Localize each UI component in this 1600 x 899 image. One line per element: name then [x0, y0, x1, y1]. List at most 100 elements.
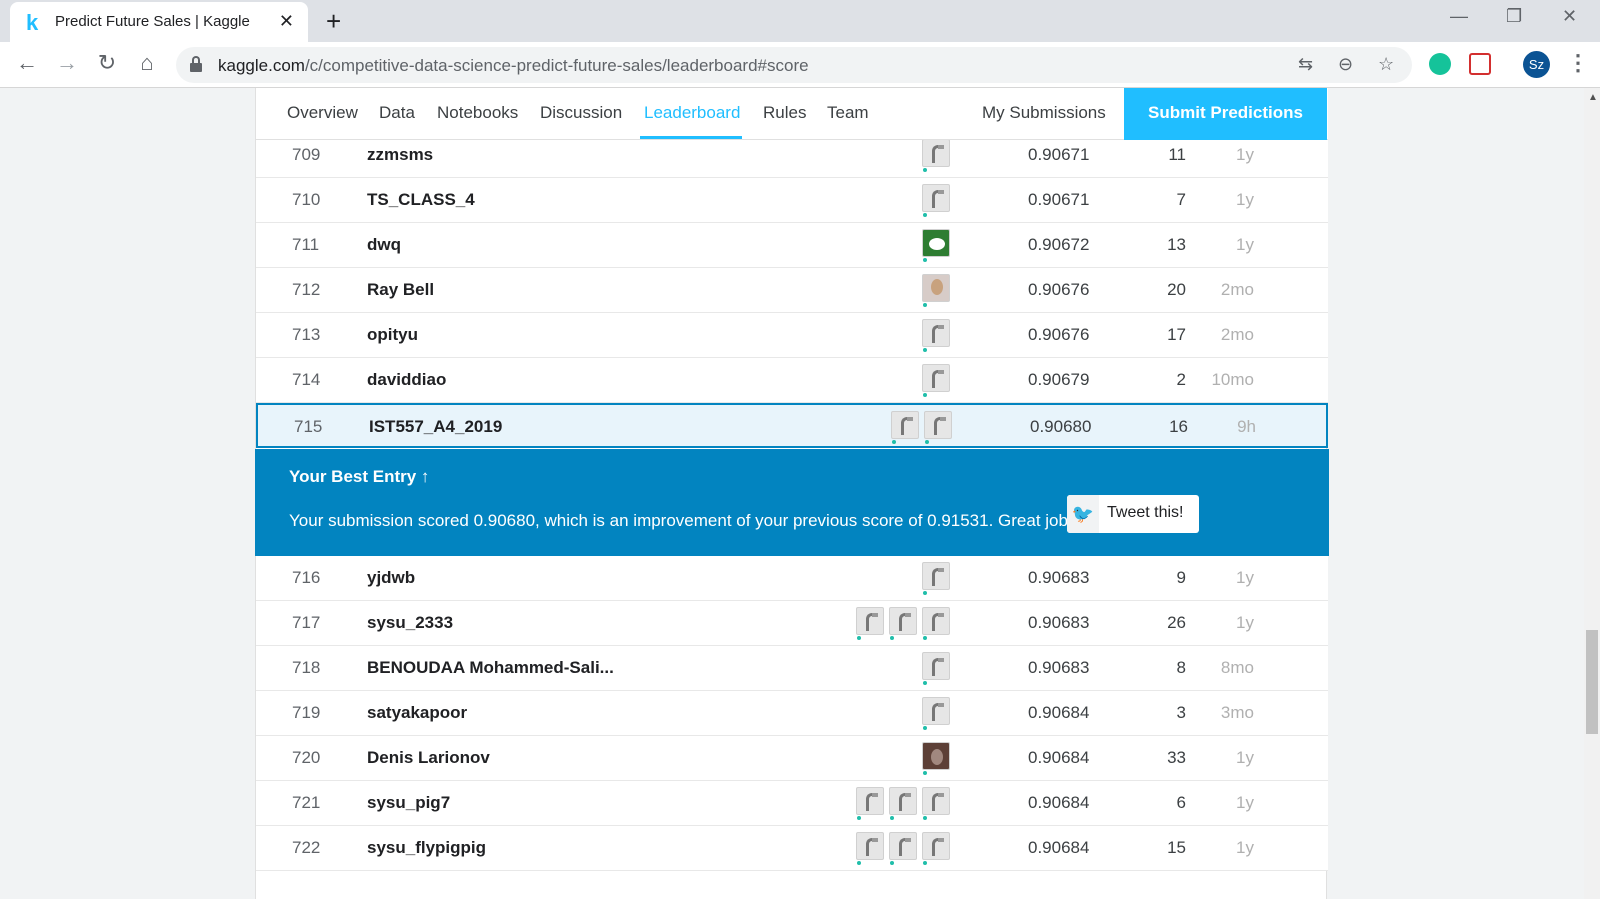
- entries-count: 33: [1167, 748, 1186, 767]
- goose-avatar-icon[interactable]: [922, 562, 950, 590]
- goose-avatar-icon[interactable]: [922, 652, 950, 680]
- pocket-extension-icon[interactable]: [1469, 53, 1491, 75]
- address-bar[interactable]: kaggle.com/c/competitive-data-science-pr…: [176, 47, 1412, 83]
- tab-data[interactable]: Data: [379, 103, 415, 123]
- goose-avatar-icon[interactable]: [924, 411, 952, 439]
- goose-avatar-icon[interactable]: [856, 832, 884, 860]
- restore-icon[interactable]: ❐: [1506, 6, 1522, 27]
- user-avatar[interactable]: [922, 229, 950, 257]
- table-row[interactable]: 721 sysu_pig7 0.90684 6 1y: [256, 781, 1328, 826]
- scroll-thumb[interactable]: [1586, 630, 1598, 734]
- bookmark-star-icon[interactable]: ☆: [1378, 54, 1394, 75]
- tab-discussion[interactable]: Discussion: [540, 103, 622, 123]
- forward-icon[interactable]: →: [53, 50, 81, 76]
- tab-team[interactable]: Team: [827, 103, 869, 123]
- goose-avatar-icon[interactable]: [889, 787, 917, 815]
- table-row[interactable]: 720 Denis Larionov 0.90684 33 1y: [256, 736, 1328, 781]
- goose-avatar-icon[interactable]: [922, 607, 950, 635]
- team-name[interactable]: sysu_pig7: [367, 793, 450, 813]
- team-name[interactable]: satyakapoor: [367, 703, 467, 723]
- team-name[interactable]: sysu_2333: [367, 613, 453, 633]
- goose-avatar-icon[interactable]: [889, 832, 917, 860]
- tab-my-submissions[interactable]: My Submissions: [982, 103, 1106, 123]
- goose-avatar-icon[interactable]: [889, 607, 917, 635]
- last-submission: 1y: [1236, 145, 1254, 164]
- table-row[interactable]: 713 opityu 0.90676 17 2mo: [256, 313, 1328, 358]
- zoom-icon[interactable]: ⊖: [1338, 54, 1353, 75]
- team-name[interactable]: opityu: [367, 325, 418, 345]
- tab-overview[interactable]: Overview: [287, 103, 358, 123]
- submit-predictions-button[interactable]: Submit Predictions: [1124, 88, 1327, 140]
- table-row[interactable]: 714 daviddiao 0.90679 2 10mo: [256, 358, 1328, 403]
- page-scrollbar[interactable]: ▲: [1584, 88, 1600, 899]
- url-text[interactable]: kaggle.com/c/competitive-data-science-pr…: [218, 56, 809, 76]
- scroll-up-arrow-icon[interactable]: ▲: [1588, 92, 1598, 103]
- lock-icon[interactable]: [190, 56, 202, 72]
- tweet-button[interactable]: 🐦 Tweet this!: [1067, 495, 1199, 533]
- tab-rules[interactable]: Rules: [763, 103, 806, 123]
- table-row[interactable]: 722 sysu_flypigpig 0.90684 15 1y: [256, 826, 1328, 871]
- new-tab-icon[interactable]: +: [326, 6, 341, 37]
- active-tab-indicator: [640, 136, 742, 139]
- twitter-bird-icon: 🐦: [1067, 495, 1099, 533]
- table-row[interactable]: 718 BENOUDAA Mohammed-Sali... 0.90683 8 8mo: [256, 646, 1328, 691]
- entries-count: 8: [1176, 658, 1186, 677]
- entries-count: 3: [1176, 703, 1186, 722]
- reload-icon[interactable]: ↻: [93, 50, 121, 76]
- entries-count: 7: [1176, 190, 1186, 209]
- team-name[interactable]: TS_CLASS_4: [367, 190, 475, 210]
- tab-close-icon[interactable]: ✕: [279, 11, 294, 32]
- browser-tab-strip: k Predict Future Sales | Kaggle ✕ + — ❐ …: [0, 0, 1600, 42]
- table-row[interactable]: 710 TS_CLASS_4 0.90671 7 1y: [256, 178, 1328, 223]
- goose-avatar-icon[interactable]: [891, 411, 919, 439]
- rank-cell: 722: [292, 838, 321, 857]
- tab-notebooks[interactable]: Notebooks: [437, 103, 518, 123]
- tier-dot: [923, 771, 927, 775]
- score-cell: 0.90684: [1028, 838, 1090, 857]
- best-entry-banner: Your Best Entry ↑ Your submission scored …: [255, 449, 1329, 556]
- goose-avatar-icon[interactable]: [922, 787, 950, 815]
- my-team-row[interactable]: 715 IST557_A4_2019 0.90680 16 9h: [256, 403, 1328, 448]
- last-submission: 1y: [1236, 190, 1254, 209]
- user-avatar[interactable]: [922, 274, 950, 302]
- table-row[interactable]: 711 dwq 0.90672 13 1y: [256, 223, 1328, 268]
- back-icon[interactable]: ←: [13, 50, 41, 76]
- team-name[interactable]: dwq: [367, 235, 401, 255]
- team-name[interactable]: BENOUDAA Mohammed-Sali...: [367, 658, 614, 678]
- table-row[interactable]: 717 sysu_2333 0.90683 26 1y: [256, 601, 1328, 646]
- table-row[interactable]: 719 satyakapoor 0.90684 3 3mo: [256, 691, 1328, 736]
- rank-cell: 720: [292, 748, 321, 767]
- team-name[interactable]: yjdwb: [367, 568, 415, 588]
- rank-cell: 716: [292, 568, 321, 587]
- team-name[interactable]: Ray Bell: [367, 280, 434, 300]
- home-icon[interactable]: ⌂: [133, 50, 161, 76]
- team-name[interactable]: IST557_A4_2019: [369, 417, 502, 437]
- tier-dot: [923, 861, 927, 865]
- team-name[interactable]: Denis Larionov: [367, 748, 490, 768]
- goose-avatar-icon[interactable]: [922, 364, 950, 392]
- goose-avatar-icon[interactable]: [922, 139, 950, 167]
- team-name[interactable]: sysu_flypigpig: [367, 838, 486, 858]
- browser-tab[interactable]: k Predict Future Sales | Kaggle ✕: [10, 2, 308, 42]
- last-submission: 9h: [1237, 417, 1256, 436]
- browser-menu-icon[interactable]: ⋮: [1567, 50, 1589, 76]
- table-row[interactable]: 716 yjdwb 0.90683 9 1y: [256, 556, 1328, 601]
- goose-avatar-icon[interactable]: [922, 697, 950, 725]
- goose-avatar-icon[interactable]: [922, 319, 950, 347]
- translate-icon[interactable]: ⇆: [1298, 54, 1313, 75]
- score-cell: 0.90679: [1028, 370, 1090, 389]
- team-name[interactable]: daviddiao: [367, 370, 446, 390]
- goose-avatar-icon[interactable]: [922, 184, 950, 212]
- goose-avatar-icon[interactable]: [856, 787, 884, 815]
- table-row[interactable]: 712 Ray Bell 0.90676 20 2mo: [256, 268, 1328, 313]
- profile-avatar[interactable]: Sz: [1523, 51, 1550, 78]
- goose-avatar-icon[interactable]: [922, 832, 950, 860]
- tab-leaderboard[interactable]: Leaderboard: [644, 103, 740, 123]
- goose-avatar-icon[interactable]: [856, 607, 884, 635]
- entries-count: 17: [1167, 325, 1186, 344]
- grammarly-extension-icon[interactable]: [1429, 53, 1451, 75]
- window-close-icon[interactable]: ✕: [1562, 6, 1577, 27]
- minimize-icon[interactable]: —: [1450, 6, 1468, 27]
- team-name[interactable]: zzmsms: [367, 145, 433, 165]
- user-avatar[interactable]: [922, 742, 950, 770]
